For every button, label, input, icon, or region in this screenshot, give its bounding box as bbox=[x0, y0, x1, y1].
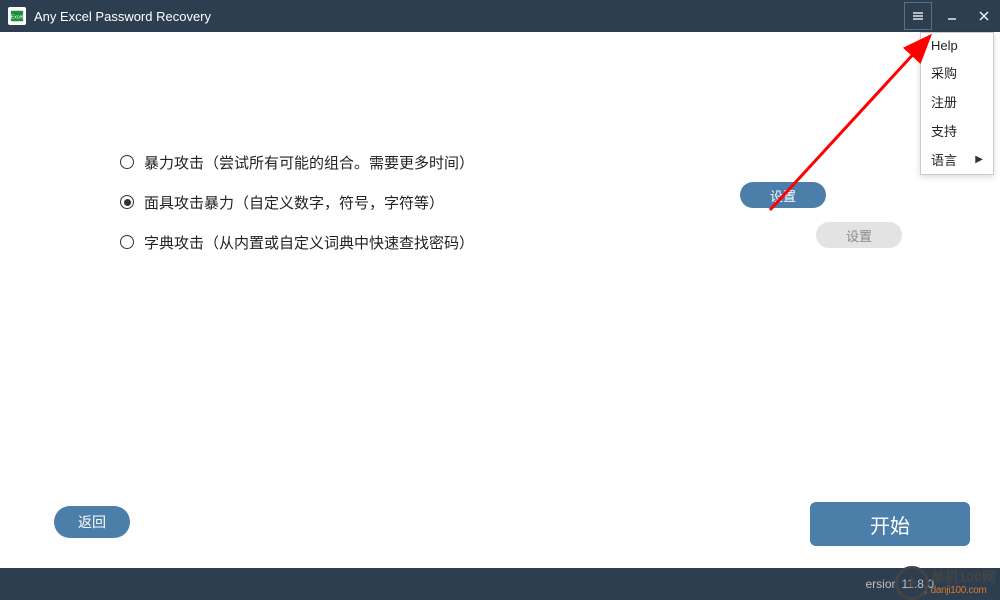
menu-item-label: Help bbox=[931, 38, 958, 53]
menu-item-help[interactable]: Help bbox=[921, 33, 993, 58]
option-brute-force[interactable]: 暴力攻击（尝试所有可能的组合。需要更多时间） bbox=[120, 142, 1000, 182]
menu-item-label: 支持 bbox=[931, 121, 957, 140]
main-content: 暴力攻击（尝试所有可能的组合。需要更多时间） 面具攻击暴力（自定义数字，符号，字… bbox=[0, 32, 1000, 568]
hamburger-menu-button[interactable] bbox=[904, 2, 932, 30]
menu-item-support[interactable]: 支持 bbox=[921, 116, 993, 145]
menu-item-label: 语言 bbox=[931, 150, 957, 169]
button-label: 开始 bbox=[870, 510, 910, 539]
watermark: + 单机100网 danji100.com bbox=[895, 566, 996, 600]
dictionary-settings-button: 设置 bbox=[816, 222, 902, 248]
button-label: 返回 bbox=[78, 512, 106, 532]
footer-bar: ersion 11.8.0 bbox=[0, 568, 1000, 600]
mask-settings-button[interactable]: 设置 bbox=[740, 182, 826, 208]
radio-icon bbox=[120, 235, 134, 249]
svg-text:Excel: Excel bbox=[11, 15, 24, 21]
app-title: Any Excel Password Recovery bbox=[34, 9, 211, 24]
button-label: 设置 bbox=[846, 226, 872, 245]
option-label: 暴力攻击（尝试所有可能的组合。需要更多时间） bbox=[144, 152, 474, 173]
button-label: 设置 bbox=[770, 186, 796, 205]
app-icon: Excel bbox=[8, 7, 26, 25]
watermark-cn: 单机100网 bbox=[931, 570, 996, 585]
radio-icon bbox=[120, 155, 134, 169]
titlebar: Excel Any Excel Password Recovery bbox=[0, 0, 1000, 32]
menu-item-label: 采购 bbox=[931, 63, 957, 82]
option-label: 字典攻击（从内置或自定义词典中快速查找密码） bbox=[144, 232, 474, 253]
back-button[interactable]: 返回 bbox=[54, 506, 130, 538]
chevron-right-icon: ▶ bbox=[975, 154, 983, 165]
option-mask-attack[interactable]: 面具攻击暴力（自定义数字，符号，字符等） bbox=[120, 182, 1000, 222]
hamburger-dropdown-menu: Help 采购 注册 支持 语言 ▶ bbox=[920, 32, 994, 175]
option-label: 面具攻击暴力（自定义数字，符号，字符等） bbox=[144, 192, 444, 213]
close-button[interactable] bbox=[968, 0, 1000, 32]
start-button[interactable]: 开始 bbox=[810, 502, 970, 546]
watermark-logo-icon: + bbox=[895, 566, 929, 600]
menu-item-label: 注册 bbox=[931, 92, 957, 111]
watermark-url: danji100.com bbox=[931, 585, 996, 596]
menu-item-language[interactable]: 语言 ▶ bbox=[921, 145, 993, 174]
menu-item-purchase[interactable]: 采购 bbox=[921, 58, 993, 87]
radio-icon-selected bbox=[120, 195, 134, 209]
menu-item-register[interactable]: 注册 bbox=[921, 87, 993, 116]
minimize-button[interactable] bbox=[936, 0, 968, 32]
